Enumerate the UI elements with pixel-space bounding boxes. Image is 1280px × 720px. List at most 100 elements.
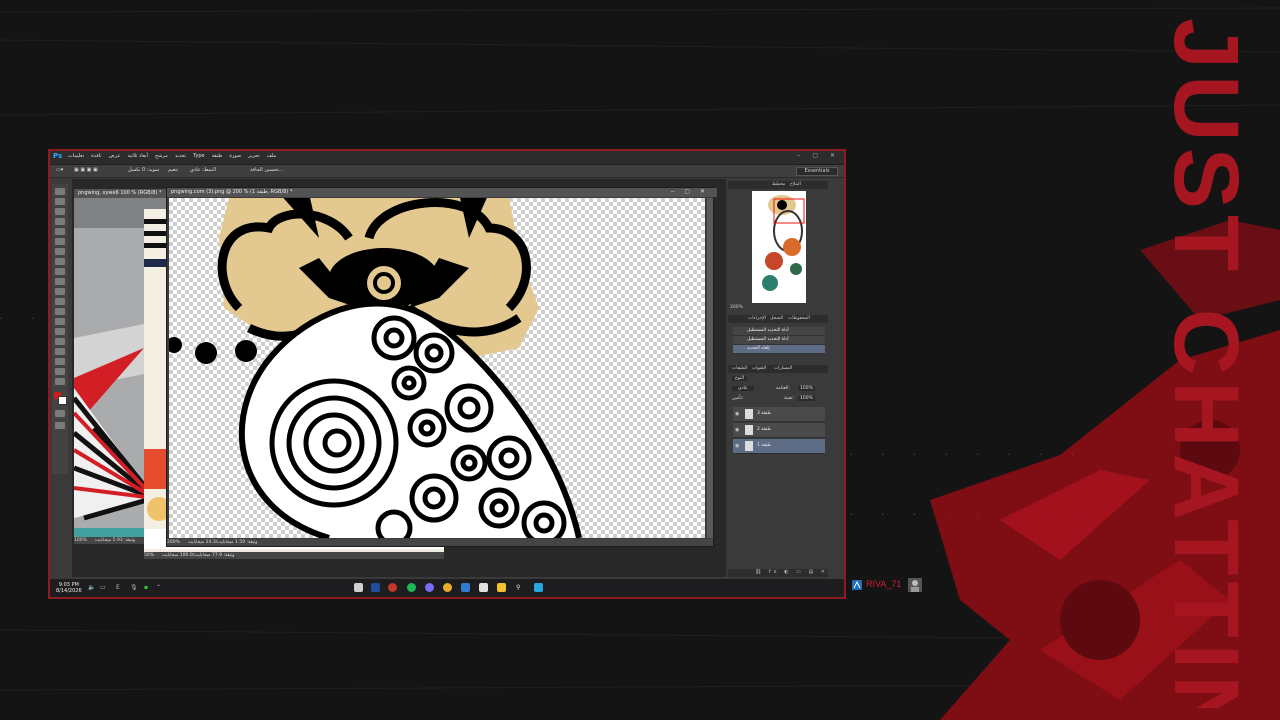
menu-item[interactable]: عرض xyxy=(109,153,121,159)
blur-tool-icon[interactable] xyxy=(55,308,65,315)
layer-row[interactable]: ◉ طبقة 2 xyxy=(733,423,825,438)
network-icon[interactable]: ▭ xyxy=(100,584,106,591)
document-window-main[interactable]: pngwing.com (3).png @ 200 % (طبقة 1, RGB… xyxy=(166,187,717,547)
history-item[interactable]: إلغاء التحديد xyxy=(733,345,825,354)
hand-tool-icon[interactable] xyxy=(55,368,65,375)
quick-select-tool-icon[interactable] xyxy=(55,218,65,225)
move-tool-icon[interactable] xyxy=(55,188,65,195)
chrome-icon[interactable] xyxy=(443,583,452,592)
antialias-checkbox[interactable]: تنعيم xyxy=(168,167,178,173)
menu-item[interactable]: طبقة xyxy=(212,153,223,159)
menu-item[interactable]: تعليمات xyxy=(68,153,84,159)
menu-list: ملف تحرير صورة طبقة Type تحديد مرشح أبعا… xyxy=(68,153,276,159)
tray-app-icon[interactable]: ▪ xyxy=(144,584,148,591)
microphone-icon[interactable]: 🎙 xyxy=(130,584,138,591)
opacity-field[interactable]: 100% xyxy=(798,386,815,391)
layer-row[interactable]: ◉ طبقة 3 xyxy=(733,407,825,422)
layer-row[interactable]: ◉ طبقة 1 xyxy=(733,439,825,454)
refine-edge-button[interactable]: تحسين الحافة... xyxy=(250,167,284,173)
dodge-tool-icon[interactable] xyxy=(55,318,65,325)
menu-item[interactable]: نافذة xyxy=(91,153,102,159)
taskview-icon[interactable] xyxy=(354,583,363,592)
healing-tool-icon[interactable] xyxy=(55,248,65,255)
background-color-swatch[interactable] xyxy=(58,396,67,405)
menu-item[interactable]: ملف xyxy=(267,153,277,159)
crop-tool-icon[interactable] xyxy=(55,228,65,235)
taskbar: 9:03 PM 8/14/2026 🔈 ▭ E 🎙 ▪ ⌃ ⚲ xyxy=(50,579,844,597)
style-select[interactable]: النمط: عادي xyxy=(190,167,216,173)
visibility-eye-icon[interactable]: ◉ xyxy=(735,427,739,433)
history-item[interactable]: أداة التحديد المستطيل xyxy=(733,336,825,345)
tab-channels[interactable]: القنوات xyxy=(752,366,766,371)
brand-text: JUST CHATTIN xyxy=(1155,18,1250,708)
obs-icon[interactable] xyxy=(388,583,397,592)
tab-navigator[interactable]: الملاح xyxy=(790,182,801,187)
marquee-tool-icon[interactable]: ▭▾ xyxy=(56,167,63,173)
history-item[interactable]: أداة التحديد المستطيل xyxy=(733,327,825,336)
tab-actions[interactable]: الإجراءات xyxy=(748,316,766,321)
feather-field[interactable]: تمويه: 0 بكسل xyxy=(128,167,159,173)
screen-mode-icon[interactable] xyxy=(55,422,65,429)
zoom-tool-icon[interactable] xyxy=(55,378,65,385)
menu-item[interactable]: أبعاد ثلاثية xyxy=(127,153,148,159)
blend-mode-select[interactable]: عادي xyxy=(732,386,754,391)
screen-capture-window: Ps ملف تحرير صورة طبقة Type تحديد مرشح أ… xyxy=(48,149,846,599)
taskbar-clock[interactable]: 9:03 PM 8/14/2026 xyxy=(56,582,82,594)
type-tool-icon[interactable] xyxy=(55,338,65,345)
stamp-tool-icon[interactable] xyxy=(55,268,65,275)
document-tab[interactable]: pngwing, xywe6 100 % (RGB/8) * xyxy=(74,189,174,198)
kind-filter[interactable]: النوع xyxy=(732,376,747,381)
fill-field[interactable]: 100% xyxy=(798,396,815,401)
tools-panel xyxy=(52,184,68,474)
workspace-select[interactable]: Essentials xyxy=(796,167,838,176)
window-controls[interactable]: ‒ ▢ ✕ xyxy=(797,152,840,159)
menu-item[interactable]: Type xyxy=(193,153,204,159)
visibility-eye-icon[interactable]: ◉ xyxy=(735,443,739,449)
tab-history[interactable]: السجل xyxy=(770,316,783,321)
speaker-icon[interactable]: 🔈 xyxy=(88,584,95,591)
language-indicator[interactable]: E xyxy=(116,584,120,591)
gradient-tool-icon[interactable] xyxy=(55,298,65,305)
quick-mask-icon[interactable] xyxy=(55,410,65,417)
spotify-icon[interactable] xyxy=(407,583,416,592)
tab-layers[interactable]: الطبقات xyxy=(732,366,748,371)
tab-paths[interactable]: المسارات xyxy=(774,366,792,371)
visibility-eye-icon[interactable]: ◉ xyxy=(735,411,739,417)
document-tab[interactable]: pngwing.com (3).png @ 200 % (طبقة 1, RGB… xyxy=(167,188,717,197)
layer-thumbnail xyxy=(745,441,753,451)
brush-tool-icon[interactable] xyxy=(55,258,65,265)
navigator-thumbnail[interactable] xyxy=(752,191,806,303)
chevron-up-icon[interactable]: ⌃ xyxy=(156,584,161,591)
tab-saved[interactable]: المحفوظات xyxy=(788,316,810,321)
eraser-tool-icon[interactable] xyxy=(55,288,65,295)
menu-item[interactable]: تحرير xyxy=(248,153,260,159)
pen-tool-icon[interactable] xyxy=(55,328,65,335)
menu-item[interactable]: صورة xyxy=(229,153,241,159)
navigator-artwork xyxy=(762,195,805,291)
navigator-zoom[interactable]: 200% xyxy=(730,305,743,310)
search-icon[interactable]: ⚲ xyxy=(516,584,520,591)
windows-start-icon[interactable] xyxy=(534,583,543,592)
eyedropper-tool-icon[interactable] xyxy=(55,238,65,245)
path-select-tool-icon[interactable] xyxy=(55,348,65,355)
menu-item[interactable]: مرشح xyxy=(155,153,168,159)
menu-item[interactable]: تحديد xyxy=(175,153,186,159)
canvas[interactable] xyxy=(169,198,705,538)
selection-mode-icons[interactable]: ▣ ▣ ▣ ▣ xyxy=(74,167,98,173)
marquee-tool-icon[interactable] xyxy=(55,198,65,205)
avatar xyxy=(908,578,922,592)
layer-actions-bar[interactable]: ⛓ fx ◐ ▭ ▤ ✕ xyxy=(728,569,828,577)
photoshop-icon[interactable] xyxy=(371,583,380,592)
discord-icon[interactable] xyxy=(425,583,434,592)
tab-histogram[interactable]: مخطط xyxy=(772,182,785,187)
document-title: pngwing.com (3).png @ 200 % (طبقة 1, RGB… xyxy=(171,189,293,195)
vertical-scrollbar[interactable] xyxy=(707,198,713,538)
mail-icon[interactable] xyxy=(461,583,470,592)
menu-bar: Ps ملف تحرير صورة طبقة Type تحديد مرشح أ… xyxy=(50,151,844,165)
document-window-controls[interactable]: ‒ ▢ ✕ xyxy=(671,188,709,195)
folder-icon[interactable] xyxy=(497,583,506,592)
history-brush-tool-icon[interactable] xyxy=(55,278,65,285)
shape-tool-icon[interactable] xyxy=(55,358,65,365)
store-icon[interactable] xyxy=(479,583,488,592)
lasso-tool-icon[interactable] xyxy=(55,208,65,215)
